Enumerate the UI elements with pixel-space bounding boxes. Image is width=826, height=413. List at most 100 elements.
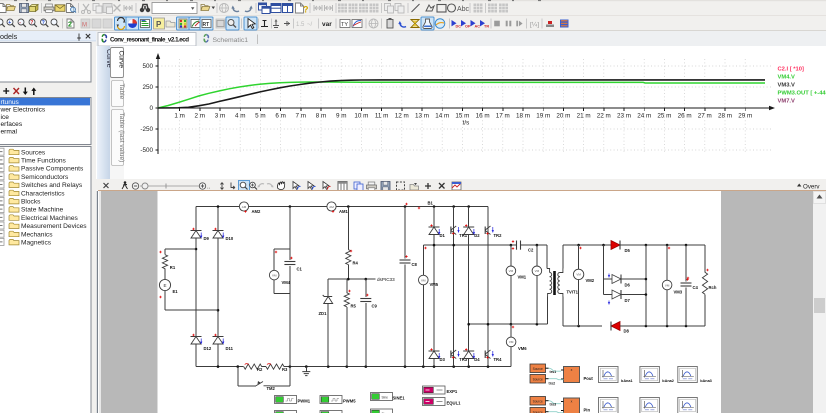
svg-text:VM: VM [509, 340, 514, 344]
svg-text:0: 0 [149, 105, 153, 112]
svg-text:ice: ice [1, 114, 10, 121]
svg-text:16 m: 16 m [476, 113, 490, 120]
svg-text:TY: TY [341, 22, 348, 28]
svg-text:Time Functions: Time Functions [21, 158, 67, 165]
svg-text:Magnetics: Magnetics [21, 240, 52, 247]
svg-text:Sine: Sine [382, 396, 389, 400]
svg-text:Sources: Sources [21, 149, 46, 156]
svg-text:27 m: 27 m [698, 113, 712, 120]
svg-text:D1: D1 [440, 233, 446, 238]
svg-text:29 m: 29 m [738, 113, 752, 120]
svg-text:VM: VM [665, 283, 670, 287]
svg-text:-500: -500 [140, 147, 153, 154]
svg-text:TVIT1: TVIT1 [567, 290, 579, 295]
svg-text:trs2: trs2 [549, 382, 556, 386]
svg-text:5 m: 5 m [255, 113, 266, 120]
svg-text:VM: VM [576, 273, 581, 277]
svg-text:erfaces: erfaces [1, 121, 23, 128]
svg-text:VM: VM [535, 269, 540, 273]
svg-text:RT: RT [203, 22, 210, 28]
svg-text:2 m: 2 m [195, 113, 206, 120]
svg-text:R4: R4 [353, 261, 359, 266]
svg-text:PWM5: PWM5 [343, 399, 356, 404]
svg-text:VM4: VM4 [282, 280, 291, 285]
svg-text:10 m: 10 m [354, 113, 368, 120]
svg-text:22 m: 22 m [597, 113, 611, 120]
svg-text:AC: AC [475, 25, 481, 29]
svg-text:Rch: Rch [709, 285, 717, 290]
svg-text:C1: C1 [297, 267, 303, 272]
svg-text:EQUL1: EQUL1 [447, 401, 462, 406]
svg-text:VM3.V: VM3.V [778, 83, 796, 89]
svg-text:23 m: 23 m [617, 113, 631, 120]
svg-text:4 m: 4 m [235, 113, 246, 120]
svg-text:E1: E1 [173, 289, 179, 294]
svg-text:AM2: AM2 [252, 209, 262, 214]
svg-text:R5: R5 [351, 304, 357, 309]
svg-text:dsPIC33: dsPIC33 [377, 277, 395, 282]
svg-text:25 m: 25 m [657, 113, 671, 120]
svg-text:Measurement Devices: Measurement Devices [21, 223, 87, 230]
svg-text:+: + [8, 20, 11, 26]
svg-text:VM4.V: VM4.V [778, 75, 796, 81]
svg-text:TR4: TR4 [494, 357, 503, 362]
svg-text:ZD1: ZD1 [319, 311, 328, 316]
svg-text:C8: C8 [412, 262, 418, 267]
svg-text:Source: Source [533, 378, 543, 382]
svg-text:28 m: 28 m [718, 113, 732, 120]
svg-text:EXP1: EXP1 [447, 389, 458, 394]
svg-text:x: x [571, 400, 573, 404]
svg-text:R3: R3 [282, 367, 288, 372]
svg-text:11 m: 11 m [375, 113, 389, 120]
svg-text:1 m: 1 m [174, 113, 185, 120]
svg-text:DC: DC [456, 25, 462, 29]
svg-text:x: x [571, 368, 573, 372]
svg-text:Source: Source [533, 367, 543, 371]
svg-text:?: ? [303, 5, 309, 15]
svg-text:~/: ~/ [307, 22, 313, 28]
svg-text:Pin: Pin [584, 408, 591, 413]
svg-text:B1: B1 [428, 201, 434, 206]
svg-text:odels: odels [0, 32, 18, 41]
svg-text:R1: R1 [170, 265, 176, 270]
svg-text:R2: R2 [257, 367, 263, 372]
svg-text:15 m: 15 m [455, 113, 469, 120]
svg-text:rtunus: rtunus [1, 99, 20, 106]
svg-text:TR: TR [484, 25, 489, 29]
svg-text:[¼]: [¼] [530, 22, 539, 29]
svg-text:Switches and Relays: Switches and Relays [21, 182, 83, 189]
svg-text:bAna2: bAna2 [662, 379, 674, 383]
svg-text:Source: Source [533, 400, 543, 404]
svg-text:AM: AM [242, 205, 247, 209]
svg-text:bAna1: bAna1 [621, 379, 633, 383]
svg-text:D7: D7 [625, 298, 631, 303]
svg-text:Abc: Abc [457, 6, 470, 13]
svg-text:Pout: Pout [584, 376, 594, 381]
svg-text:C9: C9 [372, 304, 378, 309]
svg-text:t/s: t/s [463, 120, 470, 127]
svg-text:VM: VM [421, 278, 426, 282]
svg-text:bAna3: bAna3 [700, 379, 712, 383]
svg-text:26 m: 26 m [678, 113, 692, 120]
svg-text:14 m: 14 m [435, 113, 449, 120]
svg-text:13 m: 13 m [415, 113, 429, 120]
svg-text:OP: OP [465, 25, 471, 29]
svg-text:VM7.V: VM7.V [778, 98, 796, 104]
svg-text:17 m: 17 m [496, 113, 510, 120]
svg-text:?: ? [30, 20, 33, 26]
svg-text:9 m: 9 m [336, 113, 347, 120]
svg-text:VM6: VM6 [518, 346, 527, 351]
svg-text:PWM1: PWM1 [298, 399, 311, 404]
svg-text:AM1: AM1 [339, 209, 349, 214]
svg-text:Curve: Curve [118, 51, 125, 69]
svg-text:trs3: trs3 [550, 403, 557, 407]
svg-text:E: E [163, 283, 166, 288]
svg-text:500: 500 [142, 63, 153, 70]
svg-text:VM: VM [509, 269, 514, 273]
svg-text:D10: D10 [226, 236, 234, 241]
svg-text:wer Electronics: wer Electronics [0, 106, 46, 113]
svg-text:250: 250 [142, 84, 153, 91]
svg-text:Passive Components: Passive Components [21, 166, 84, 173]
svg-text:ermal: ermal [1, 129, 18, 136]
svg-text:PWM3.OUT [ +-440]: PWM3.OUT [ +-440] [778, 90, 826, 96]
